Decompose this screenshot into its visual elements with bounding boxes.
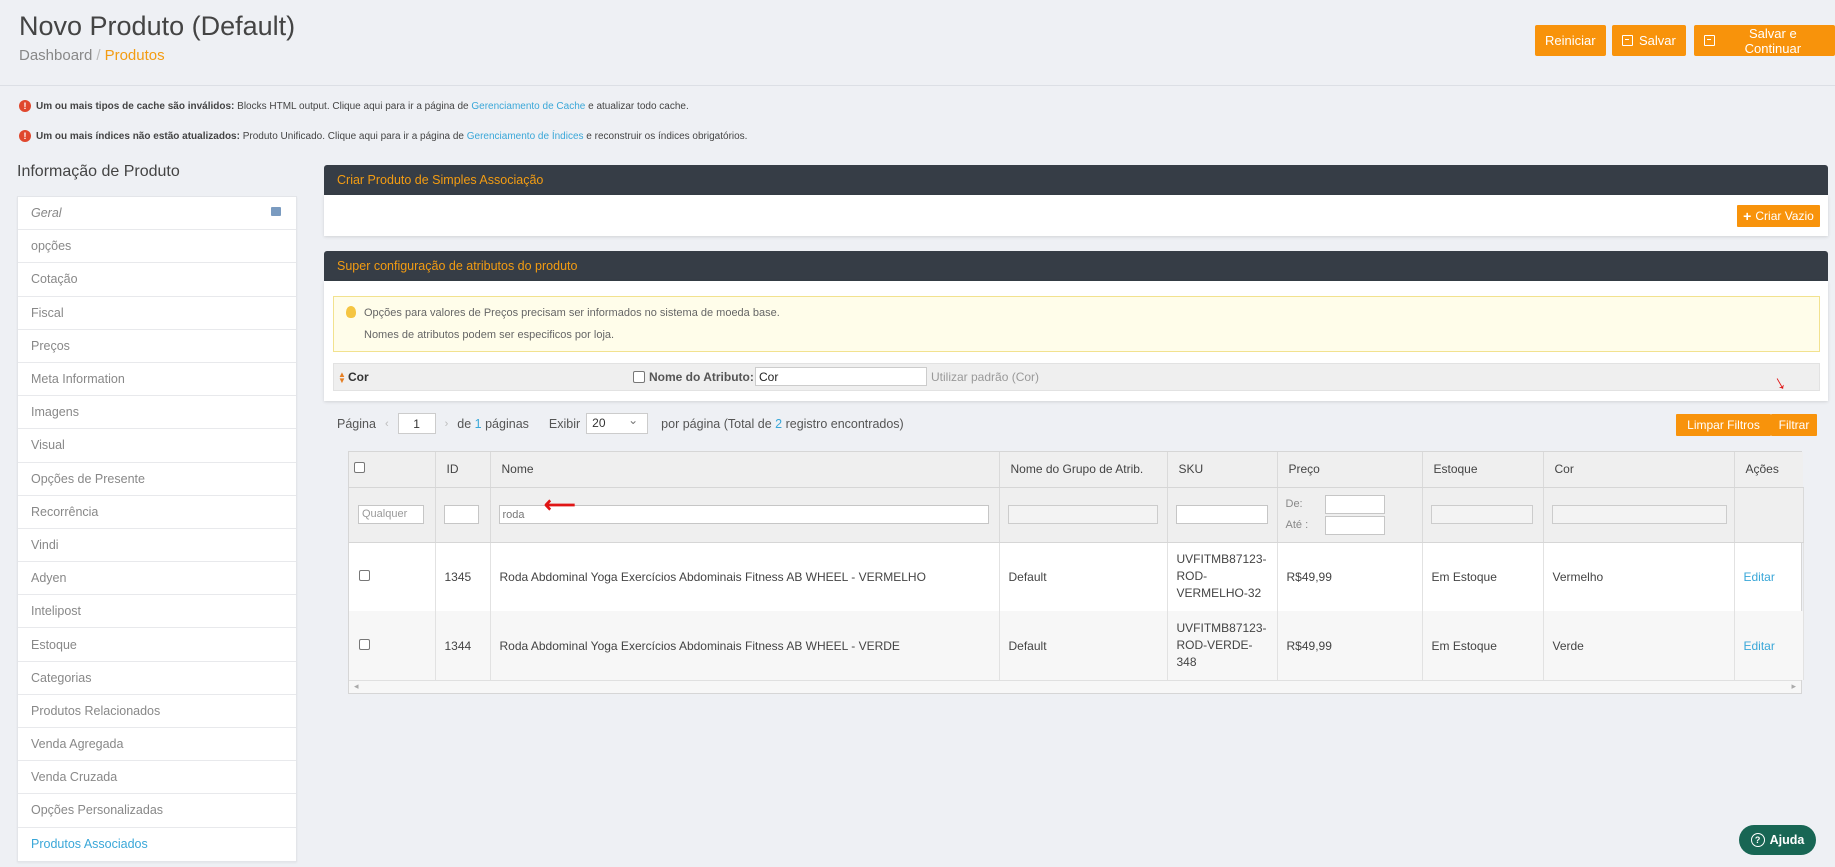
save-continue-button[interactable]: Salvar e Continuar — [1694, 25, 1835, 56]
sidebar-item-geral[interactable]: Geral — [18, 197, 296, 231]
select-all-checkbox[interactable] — [354, 462, 365, 474]
page-input[interactable] — [397, 413, 436, 434]
row-checkbox[interactable] — [359, 638, 370, 650]
column-header-color[interactable]: Cor — [1543, 452, 1735, 488]
save-icon — [1704, 35, 1715, 46]
sidebar-item-cotacao[interactable]: Cotação — [18, 263, 296, 297]
warning-icon: ! — [19, 130, 31, 142]
info-box: Opções para valores de Preços precisam s… — [333, 296, 1820, 352]
any-select[interactable]: Qualquer — [358, 505, 424, 524]
scroll-left-icon[interactable]: ◂ — [354, 681, 359, 692]
save-button[interactable]: Salvar — [1612, 25, 1686, 56]
pager: Página ‹ › de 1 páginas Exibir 20 por pá… — [337, 413, 904, 434]
attribute-name-input[interactable] — [755, 367, 927, 386]
per-page-select[interactable]: 20 — [586, 413, 649, 434]
sidebar-item-intelipost[interactable]: Intelipost — [18, 595, 296, 629]
warning-icon: ! — [19, 100, 31, 112]
create-empty-button[interactable]: + Criar Vazio — [1737, 205, 1820, 227]
reset-filters-button[interactable]: Limpar Filtros — [1676, 414, 1771, 436]
sku-filter-input[interactable] — [1175, 505, 1268, 524]
sidebar-item-visual[interactable]: Visual — [18, 429, 296, 463]
sidebar-item-fiscal[interactable]: Fiscal — [18, 297, 296, 330]
column-header-actions: Ações — [1734, 452, 1803, 488]
attribute-code: Cor — [348, 370, 369, 384]
price-to-input[interactable] — [1324, 515, 1385, 535]
sidebar: Geral opções Cotação Fiscal Preços Meta … — [17, 196, 297, 862]
save-icon — [1622, 35, 1633, 46]
index-notice: ! Um ou mais índices não estão atualizad… — [19, 130, 747, 142]
row-checkbox[interactable] — [359, 569, 370, 581]
attribute-row: ▲▼ Cor Nome do Atributo: Utilizar padrão… — [333, 363, 1820, 391]
question-icon: ? — [1750, 833, 1765, 847]
plus-icon: + — [1743, 208, 1752, 224]
price-range-filter: De: Até : — [1286, 494, 1414, 535]
sort-handle-icon[interactable]: ▲ ▼ — [338, 371, 346, 385]
use-default-text: Utilizar padrão (Cor) — [931, 370, 1040, 384]
attribute-name-checkbox[interactable] — [633, 371, 645, 383]
sidebar-item-produtos-associados[interactable]: Produtos Associados — [18, 828, 296, 861]
column-header-stock[interactable]: Estoque — [1422, 452, 1544, 488]
sidebar-item-imagens[interactable]: Imagens — [18, 396, 296, 430]
price-from-input[interactable] — [1324, 494, 1385, 514]
breadcrumb-current: Produtos — [104, 47, 165, 64]
sidebar-item-vindi[interactable]: Vindi — [18, 529, 296, 563]
sidebar-item-meta-information[interactable]: Meta Information — [18, 363, 296, 397]
sidebar-item-adyen[interactable]: Adyen — [18, 562, 296, 596]
lightbulb-icon — [346, 306, 356, 318]
table-row[interactable]: 1345 Roda Abdominal Yoga Exercícios Abdo… — [349, 542, 1804, 611]
sidebar-item-opcoes-presente[interactable]: Opções de Presente — [18, 463, 296, 496]
sidebar-item-opcoes[interactable]: opções — [18, 230, 296, 264]
attribute-name-label: Nome do Atributo: — [649, 370, 754, 384]
super-attributes-header: Super configuração de atributos do produ… — [324, 251, 1828, 281]
next-page-icon[interactable]: › — [445, 418, 449, 430]
index-management-link[interactable]: Gerenciamento de Índices — [467, 131, 584, 142]
sidebar-title: Informação de Produto — [17, 163, 180, 180]
associated-products-grid: ID Nome Nome do Grupo de Atrib. SKU Preç… — [348, 451, 1804, 694]
prev-page-icon[interactable]: ‹ — [385, 418, 389, 430]
scroll-right-icon[interactable]: ▸ — [1791, 681, 1796, 692]
sidebar-item-venda-agregada[interactable]: Venda Agregada — [18, 728, 296, 762]
sidebar-item-precos[interactable]: Preços — [18, 330, 296, 363]
sidebar-item-recorrencia[interactable]: Recorrência — [18, 496, 296, 529]
page-title: Novo Produto (Default) — [19, 11, 296, 41]
help-button[interactable]: ? Ajuda — [1739, 825, 1816, 855]
id-filter-input[interactable] — [443, 505, 479, 524]
table-row[interactable]: 1344 Roda Abdominal Yoga Exercícios Abdo… — [349, 611, 1804, 680]
edit-link[interactable]: Editar — [1744, 639, 1775, 653]
sidebar-item-produtos-relacionados[interactable]: Produtos Relacionados — [18, 695, 296, 728]
sidebar-item-opcoes-personalizadas[interactable]: Opções Personalizadas — [18, 794, 296, 828]
sidebar-item-categorias[interactable]: Categorias — [18, 662, 296, 695]
breadcrumb-dashboard[interactable]: Dashboard — [19, 47, 92, 64]
page-header: Novo Produto (Default) Dashboard / Produto… — [0, 0, 1835, 86]
cache-management-link[interactable]: Gerenciamento de Cache — [471, 101, 585, 112]
color-filter — [1551, 505, 1727, 524]
save-icon — [271, 207, 281, 216]
reset-button[interactable]: Reiniciar — [1535, 25, 1606, 56]
cache-notice: ! Um ou mais tipos de cache são inválido… — [19, 100, 689, 112]
red-arrow-annotation: ⟵ — [544, 492, 576, 517]
column-header-price[interactable]: Preço — [1277, 452, 1423, 488]
column-header-sku[interactable]: SKU — [1167, 452, 1278, 488]
attr-group-filter — [1007, 505, 1158, 524]
breadcrumb: Dashboard / Produtos — [19, 47, 165, 64]
sidebar-item-estoque[interactable]: Estoque — [18, 628, 296, 662]
sidebar-item-venda-cruzada[interactable]: Venda Cruzada — [18, 761, 296, 795]
column-header-id[interactable]: ID — [435, 452, 491, 488]
edit-link[interactable]: Editar — [1744, 570, 1775, 584]
stock-filter — [1430, 505, 1533, 524]
simple-association-header: Criar Produto de Simples Associação — [324, 165, 1828, 195]
filter-button[interactable]: Filtrar — [1771, 414, 1817, 436]
column-header-name[interactable]: Nome — [490, 452, 1000, 488]
horizontal-scrollbar[interactable]: ◂ ▸ — [349, 680, 1801, 693]
simple-association-body: + Criar Vazio — [324, 195, 1828, 236]
column-header-attr-group[interactable]: Nome do Grupo de Atrib. — [999, 452, 1168, 488]
